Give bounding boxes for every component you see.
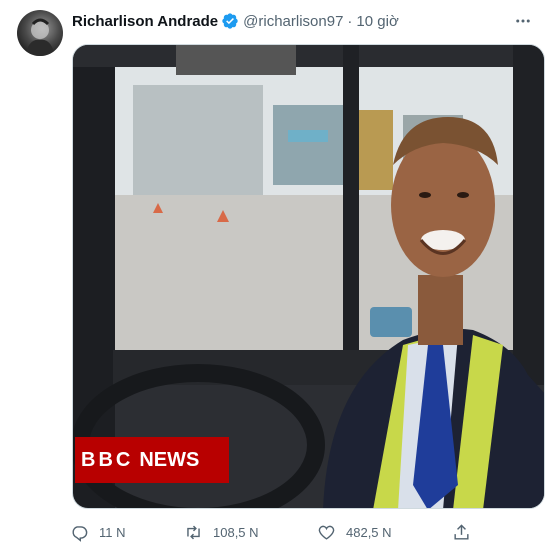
tweet-actions: 11 N 108,5 N 482,5 N bbox=[70, 520, 480, 544]
retweet-count: 108,5 N bbox=[213, 524, 259, 540]
retweet-button[interactable]: 108,5 N bbox=[184, 520, 259, 544]
more-options-button[interactable] bbox=[512, 10, 534, 32]
reply-button[interactable]: 11 N bbox=[70, 520, 126, 544]
bbc-news-watermark: BBC NEWS bbox=[75, 437, 229, 483]
author-name[interactable]: Richarlison Andrade bbox=[72, 13, 218, 30]
tweet-media-photo[interactable]: BBC NEWS bbox=[72, 44, 545, 509]
like-icon bbox=[318, 525, 335, 540]
author-handle[interactable]: @richarlison97 bbox=[243, 13, 343, 30]
separator-dot: · bbox=[347, 12, 353, 30]
author-avatar[interactable] bbox=[17, 10, 63, 56]
reply-icon bbox=[72, 525, 88, 542]
reply-count: 11 N bbox=[99, 524, 126, 540]
more-horizontal-icon bbox=[516, 19, 530, 23]
news-label: NEWS bbox=[139, 448, 200, 471]
verified-badge-icon bbox=[221, 12, 239, 30]
like-button[interactable]: 482,5 N bbox=[317, 520, 392, 544]
tweet-header: Richarlison Andrade @richarlison97 · 10 … bbox=[72, 11, 532, 31]
bbc-logo: BBC bbox=[81, 448, 134, 471]
tweet-time[interactable]: 10 giờ bbox=[356, 13, 398, 30]
share-button[interactable] bbox=[452, 520, 481, 544]
share-icon bbox=[454, 523, 469, 540]
avatar-image bbox=[25, 18, 55, 56]
like-count: 482,5 N bbox=[346, 524, 392, 540]
retweet-icon bbox=[187, 525, 200, 539]
